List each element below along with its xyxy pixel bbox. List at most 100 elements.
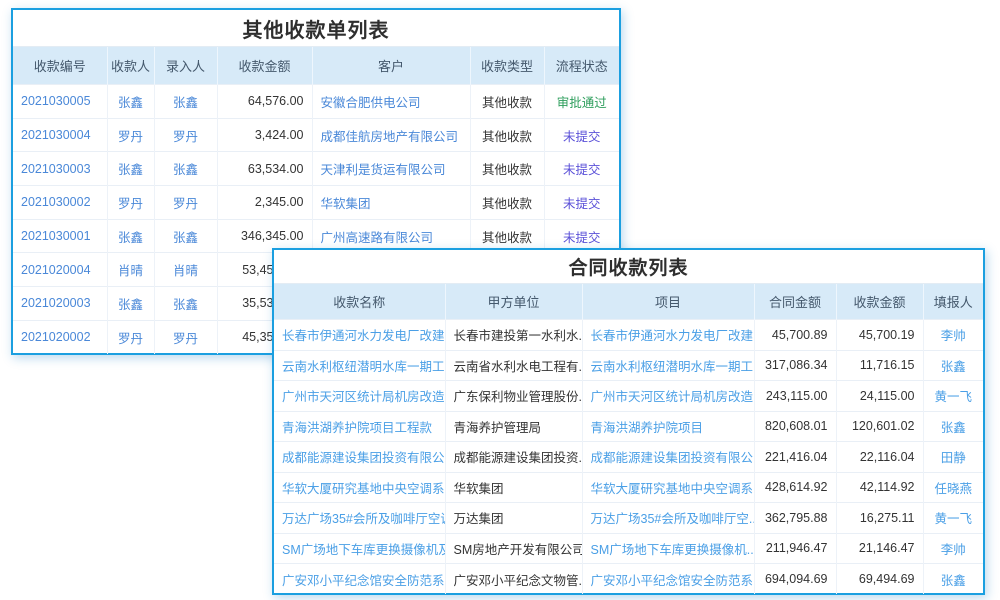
contract-receipts-table: 收款名称 甲方单位 项目 合同金额 收款金额 填报人 长春市伊通河水力发电厂改建…: [274, 284, 983, 594]
contract-amount-cell: 362,795.88: [754, 503, 836, 534]
payee-link[interactable]: 张鑫: [107, 287, 154, 321]
customer-link[interactable]: 成都佳航房地产有限公司: [312, 118, 470, 152]
project-link[interactable]: 广安邓小平纪念馆安全防范系...: [582, 564, 754, 595]
payee-link[interactable]: 张鑫: [107, 152, 154, 186]
filler-link[interactable]: 李帅: [923, 320, 983, 351]
entry-person-link[interactable]: 罗丹: [154, 118, 217, 152]
received-amount-cell: 11,716.15: [836, 350, 923, 381]
payee-link[interactable]: 罗丹: [107, 186, 154, 220]
received-amount-cell: 69,494.69: [836, 564, 923, 595]
project-link[interactable]: 华软大厦研究基地中央空调系...: [582, 472, 754, 503]
entry-person-link[interactable]: 肖晴: [154, 253, 217, 287]
entry-person-link[interactable]: 罗丹: [154, 186, 217, 220]
other-receipts-title: 其他收款单列表: [13, 10, 619, 47]
filler-link[interactable]: 张鑫: [923, 564, 983, 595]
payee-link[interactable]: 肖晴: [107, 253, 154, 287]
page-canvas: 其他收款单列表 收款编号 收款人 录入人 收款金额 客户 收款类型 流程状态 2…: [0, 0, 1000, 600]
payee-link[interactable]: 罗丹: [107, 118, 154, 152]
receipt-name-link[interactable]: 华软大厦研究基地中央空调系...: [274, 472, 445, 503]
amount-cell: 3,424.00: [217, 118, 312, 152]
customer-link[interactable]: 安徽合肥供电公司: [312, 85, 470, 119]
filler-link[interactable]: 张鑫: [923, 350, 983, 381]
project-link[interactable]: 青海洪湖养护院项目: [582, 411, 754, 442]
received-amount-cell: 16,275.11: [836, 503, 923, 534]
col-receipt-type: 收款类型: [470, 47, 544, 85]
amount-cell: 64,576.00: [217, 85, 312, 119]
receipt-name-link[interactable]: 长春市伊通河水力发电厂改建...: [274, 320, 445, 351]
table-row: 2021030002 罗丹 罗丹 2,345.00 华软集团 其他收款 未提交: [13, 186, 619, 220]
col-contract-amount: 合同金额: [754, 284, 836, 320]
payee-link[interactable]: 罗丹: [107, 320, 154, 354]
received-amount-cell: 21,146.47: [836, 533, 923, 564]
receipt-id-link[interactable]: 2021030002: [13, 186, 107, 220]
contract-amount-cell: 694,094.69: [754, 564, 836, 595]
project-link[interactable]: 云南水利枢纽潜明水库一期工...: [582, 350, 754, 381]
entry-person-link[interactable]: 张鑫: [154, 152, 217, 186]
entry-person-link[interactable]: 张鑫: [154, 287, 217, 321]
party-a-cell: 万达集团: [445, 503, 582, 534]
contract-amount-cell: 243,115.00: [754, 381, 836, 412]
contract-amount-cell: 221,416.04: [754, 442, 836, 473]
col-customer: 客户: [312, 47, 470, 85]
table-row: 成都能源建设集团投资有限公... 成都能源建设集团投资... 成都能源建设集团投…: [274, 442, 983, 473]
filler-link[interactable]: 黄一飞: [923, 503, 983, 534]
party-a-cell: 青海养护管理局: [445, 411, 582, 442]
entry-person-link[interactable]: 张鑫: [154, 219, 217, 253]
table-row: 华软大厦研究基地中央空调系... 华软集团 华软大厦研究基地中央空调系... 4…: [274, 472, 983, 503]
entry-person-link[interactable]: 张鑫: [154, 85, 217, 119]
entry-person-link[interactable]: 罗丹: [154, 320, 217, 354]
table-row: 万达广场35#会所及咖啡厅空调... 万达集团 万达广场35#会所及咖啡厅空..…: [274, 503, 983, 534]
status-badge: 未提交: [544, 152, 619, 186]
filler-link[interactable]: 张鑫: [923, 411, 983, 442]
filler-link[interactable]: 任晓燕: [923, 472, 983, 503]
filler-link[interactable]: 田静: [923, 442, 983, 473]
receipt-name-link[interactable]: SM广场地下车库更换摄像机及...: [274, 533, 445, 564]
receipt-id-link[interactable]: 2021020003: [13, 287, 107, 321]
col-payee: 收款人: [107, 47, 154, 85]
party-a-cell: 云南省水利水电工程有...: [445, 350, 582, 381]
filler-link[interactable]: 李帅: [923, 533, 983, 564]
contract-receipts-title: 合同收款列表: [274, 250, 983, 284]
project-link[interactable]: 成都能源建设集团投资有限公...: [582, 442, 754, 473]
receipt-id-link[interactable]: 2021030004: [13, 118, 107, 152]
customer-link[interactable]: 华软集团: [312, 186, 470, 220]
col-receipt-id: 收款编号: [13, 47, 107, 85]
receipt-name-link[interactable]: 成都能源建设集团投资有限公...: [274, 442, 445, 473]
col-project: 项目: [582, 284, 754, 320]
project-link[interactable]: 广州市天河区统计局机房改造...: [582, 381, 754, 412]
col-entry-person: 录入人: [154, 47, 217, 85]
project-link[interactable]: SM广场地下车库更换摄像机...: [582, 533, 754, 564]
receipt-id-link[interactable]: 2021030005: [13, 85, 107, 119]
contract-header-row: 收款名称 甲方单位 项目 合同金额 收款金额 填报人: [274, 284, 983, 320]
receipt-id-link[interactable]: 2021020004: [13, 253, 107, 287]
received-amount-cell: 45,700.19: [836, 320, 923, 351]
contract-amount-cell: 317,086.34: [754, 350, 836, 381]
party-a-cell: SM房地产开发有限公司: [445, 533, 582, 564]
receipt-name-link[interactable]: 广安邓小平纪念馆安全防范系...: [274, 564, 445, 595]
receipt-type-cell: 其他收款: [470, 85, 544, 119]
receipt-name-link[interactable]: 广州市天河区统计局机房改造...: [274, 381, 445, 412]
table-row: 广州市天河区统计局机房改造... 广东保利物业管理股份... 广州市天河区统计局…: [274, 381, 983, 412]
contract-receipts-panel: 合同收款列表 收款名称 甲方单位 项目 合同金额 收款金额 填报人 长春市伊通河…: [272, 248, 985, 595]
status-badge: 未提交: [544, 118, 619, 152]
receipt-id-link[interactable]: 2021020002: [13, 320, 107, 354]
project-link[interactable]: 万达广场35#会所及咖啡厅空...: [582, 503, 754, 534]
table-row: 2021030003 张鑫 张鑫 63,534.00 天津利是货运有限公司 其他…: [13, 152, 619, 186]
table-row: 2021030005 张鑫 张鑫 64,576.00 安徽合肥供电公司 其他收款…: [13, 85, 619, 119]
receipt-id-link[interactable]: 2021030003: [13, 152, 107, 186]
project-link[interactable]: 长春市伊通河水力发电厂改建...: [582, 320, 754, 351]
receipt-id-link[interactable]: 2021030001: [13, 219, 107, 253]
receipt-type-cell: 其他收款: [470, 152, 544, 186]
contract-amount-cell: 45,700.89: [754, 320, 836, 351]
receipt-name-link[interactable]: 青海洪湖养护院项目工程款: [274, 411, 445, 442]
customer-link[interactable]: 天津利是货运有限公司: [312, 152, 470, 186]
receipt-name-link[interactable]: 万达广场35#会所及咖啡厅空调...: [274, 503, 445, 534]
payee-link[interactable]: 张鑫: [107, 85, 154, 119]
payee-link[interactable]: 张鑫: [107, 219, 154, 253]
filler-link[interactable]: 黄一飞: [923, 381, 983, 412]
amount-cell: 2,345.00: [217, 186, 312, 220]
col-filler: 填报人: [923, 284, 983, 320]
party-a-cell: 长春市建投第一水利水...: [445, 320, 582, 351]
table-row: 长春市伊通河水力发电厂改建... 长春市建投第一水利水... 长春市伊通河水力发…: [274, 320, 983, 351]
receipt-name-link[interactable]: 云南水利枢纽潜明水库一期工...: [274, 350, 445, 381]
